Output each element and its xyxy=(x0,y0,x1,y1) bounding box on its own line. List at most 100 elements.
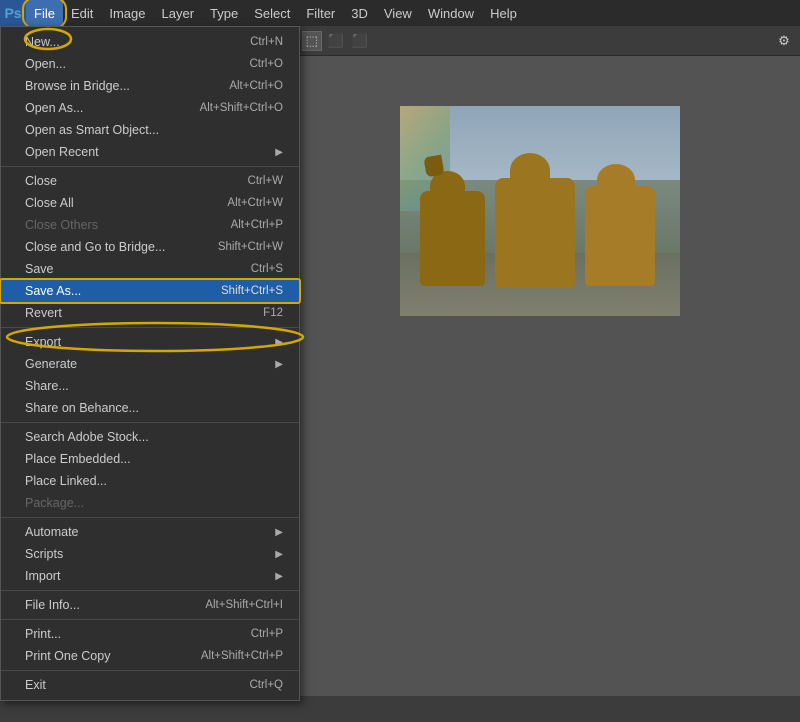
menu-item-bridge-shortcut: Alt+Ctrl+O xyxy=(229,80,283,92)
menu-item-file-info[interactable]: File Info... Alt+Shift+Ctrl+I xyxy=(1,594,299,616)
menu-item-place-linked-label: Place Linked... xyxy=(25,474,283,488)
menu-item-export[interactable]: Export ▶ xyxy=(1,331,299,353)
menu-item-close-bridge[interactable]: Close and Go to Bridge... Shift+Ctrl+W xyxy=(1,236,299,258)
menu-sep-4 xyxy=(1,517,299,518)
menu-item-place-embedded[interactable]: Place Embedded... xyxy=(1,448,299,470)
dog-left xyxy=(420,191,485,286)
menu-item-share[interactable]: Share... xyxy=(1,375,299,397)
menu-item-print-shortcut: Ctrl+P xyxy=(251,628,283,640)
menu-item-open-as[interactable]: Open As... Alt+Shift+Ctrl+O xyxy=(1,97,299,119)
menu-item-print-one-copy-shortcut: Alt+Shift+Ctrl+P xyxy=(201,650,283,662)
menu-sep-1 xyxy=(1,166,299,167)
menu-item-import[interactable]: Import ▶ xyxy=(1,565,299,587)
menu-item-bridge-label: Browse in Bridge... xyxy=(25,79,209,93)
dogs-photo xyxy=(400,106,680,316)
menu-item-behance[interactable]: Share on Behance... xyxy=(1,397,299,419)
menu-item-close-bridge-shortcut: Shift+Ctrl+W xyxy=(218,241,283,253)
menu-sep-6 xyxy=(1,619,299,620)
app-logo: Ps xyxy=(0,0,26,26)
menu-item-close-others-shortcut: Alt+Ctrl+P xyxy=(231,219,283,231)
menu-item-file-info-shortcut: Alt+Shift+Ctrl+I xyxy=(205,599,283,611)
menu-item-print[interactable]: Print... Ctrl+P xyxy=(1,623,299,645)
options-icon[interactable]: ⚙ xyxy=(774,31,794,51)
menu-item-new[interactable]: New... Ctrl+N xyxy=(1,31,299,53)
menu-item-open-recent-label: Open Recent xyxy=(25,145,275,159)
menu-item-package-label: Package... xyxy=(25,496,283,510)
menu-item-new-shortcut: Ctrl+N xyxy=(250,36,283,48)
menu-item-import-label: Import xyxy=(25,569,275,583)
menu-item-open[interactable]: Open... Ctrl+O xyxy=(1,53,299,75)
menu-item-generate[interactable]: Generate ▶ xyxy=(1,353,299,375)
menu-item-open-recent-arrow: ▶ xyxy=(275,147,283,158)
menu-item-close[interactable]: Close Ctrl+W xyxy=(1,170,299,192)
menu-item-place-embedded-label: Place Embedded... xyxy=(25,452,283,466)
menu-item-automate-arrow: ▶ xyxy=(275,527,283,538)
menu-item-print-one-copy[interactable]: Print One Copy Alt+Shift+Ctrl+P xyxy=(1,645,299,667)
menu-item-scripts-label: Scripts xyxy=(25,547,275,561)
menu-item-new-label: New... xyxy=(25,35,230,49)
file-dropdown-menu: New... Ctrl+N Open... Ctrl+O Browse in B… xyxy=(0,26,300,701)
menu-item-open-label: Open... xyxy=(25,57,229,71)
menu-item-generate-arrow: ▶ xyxy=(275,359,283,370)
menu-item-print-label: Print... xyxy=(25,627,231,641)
menu-item-smart-object-label: Open as Smart Object... xyxy=(25,123,283,137)
menu-item-adobe-stock-label: Search Adobe Stock... xyxy=(25,430,283,444)
menu-file[interactable]: File xyxy=(26,0,63,26)
menu-image[interactable]: Image xyxy=(101,0,153,26)
menu-item-close-shortcut: Ctrl+W xyxy=(248,175,283,187)
menu-3d[interactable]: 3D xyxy=(343,0,376,26)
menu-item-revert[interactable]: Revert F12 xyxy=(1,302,299,324)
menu-sep-2 xyxy=(1,327,299,328)
menu-layer[interactable]: Layer xyxy=(154,0,203,26)
menu-window[interactable]: Window xyxy=(420,0,482,26)
menu-item-close-others-label: Close Others xyxy=(25,218,211,232)
menu-item-open-as-shortcut: Alt+Shift+Ctrl+O xyxy=(200,102,283,114)
menu-item-file-info-label: File Info... xyxy=(25,598,185,612)
menu-item-revert-shortcut: F12 xyxy=(263,307,283,319)
menu-item-save-as[interactable]: Save As... Shift+Ctrl+S xyxy=(1,280,299,302)
menu-item-revert-label: Revert xyxy=(25,306,243,320)
menu-item-bridge[interactable]: Browse in Bridge... Alt+Ctrl+O xyxy=(1,75,299,97)
menu-item-exit[interactable]: Exit Ctrl+Q xyxy=(1,674,299,696)
menu-type[interactable]: Type xyxy=(202,0,246,26)
menu-item-smart-object[interactable]: Open as Smart Object... xyxy=(1,119,299,141)
menu-sep-5 xyxy=(1,590,299,591)
menu-item-close-all[interactable]: Close All Alt+Ctrl+W xyxy=(1,192,299,214)
menu-item-close-others: Close Others Alt+Ctrl+P xyxy=(1,214,299,236)
menu-item-save-as-shortcut: Shift+Ctrl+S xyxy=(221,285,283,297)
menu-item-generate-label: Generate xyxy=(25,357,275,371)
menu-item-export-arrow: ▶ xyxy=(275,337,283,348)
dog-middle xyxy=(495,178,575,288)
menu-item-place-linked[interactable]: Place Linked... xyxy=(1,470,299,492)
menu-item-share-label: Share... xyxy=(25,379,283,393)
menu-item-close-all-label: Close All xyxy=(25,196,207,210)
menu-sep-3 xyxy=(1,422,299,423)
menubar: Ps File Edit Image Layer Type Select Fil… xyxy=(0,0,800,26)
menu-item-exit-shortcut: Ctrl+Q xyxy=(249,679,283,691)
menu-item-behance-label: Share on Behance... xyxy=(25,401,283,415)
menu-item-open-as-label: Open As... xyxy=(25,101,180,115)
menu-item-save[interactable]: Save Ctrl+S xyxy=(1,258,299,280)
menu-sep-7 xyxy=(1,670,299,671)
menu-item-scripts-arrow: ▶ xyxy=(275,549,283,560)
canvas-options-icon[interactable]: ⬚ xyxy=(302,31,322,51)
menu-item-adobe-stock[interactable]: Search Adobe Stock... xyxy=(1,426,299,448)
menu-item-scripts[interactable]: Scripts ▶ xyxy=(1,543,299,565)
align-center-icon[interactable]: ⬛ xyxy=(350,31,370,51)
menu-item-package: Package... xyxy=(1,492,299,514)
menu-item-close-label: Close xyxy=(25,174,228,188)
menu-item-save-label: Save xyxy=(25,262,231,276)
dog-right xyxy=(585,186,655,286)
menu-item-automate[interactable]: Automate ▶ xyxy=(1,521,299,543)
canvas-image xyxy=(400,106,680,316)
menu-edit[interactable]: Edit xyxy=(63,0,101,26)
menu-item-open-recent[interactable]: Open Recent ▶ xyxy=(1,141,299,163)
menu-filter[interactable]: Filter xyxy=(298,0,343,26)
menu-item-exit-label: Exit xyxy=(25,678,229,692)
align-left-icon[interactable]: ⬛ xyxy=(326,31,346,51)
menu-help[interactable]: Help xyxy=(482,0,525,26)
menu-item-close-all-shortcut: Alt+Ctrl+W xyxy=(227,197,283,209)
menu-select[interactable]: Select xyxy=(246,0,298,26)
menu-item-print-one-copy-label: Print One Copy xyxy=(25,649,181,663)
menu-view[interactable]: View xyxy=(376,0,420,26)
